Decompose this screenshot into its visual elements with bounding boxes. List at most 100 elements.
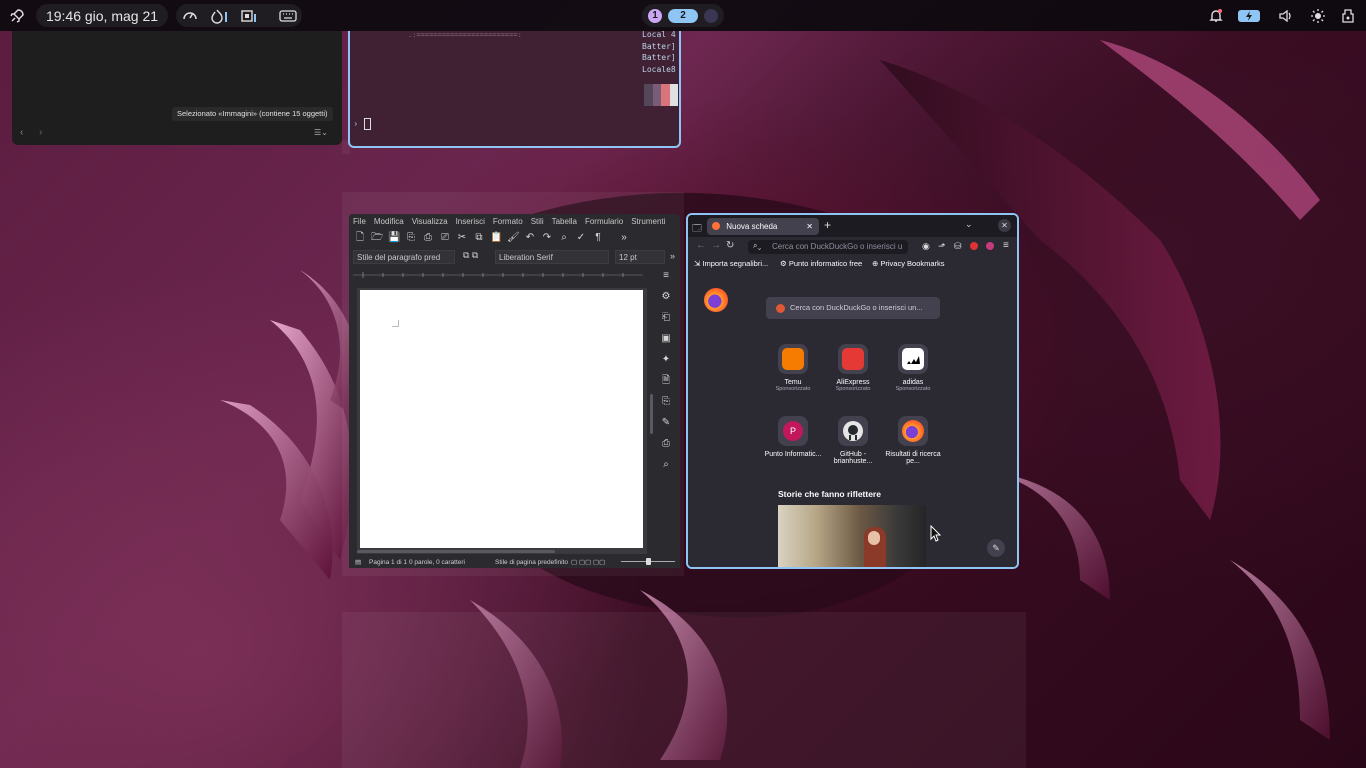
cpu-icon[interactable] <box>236 4 260 27</box>
extensions-icon[interactable]: ⬏ <box>938 241 946 252</box>
clone-format-icon[interactable]: 🖌 <box>507 232 520 244</box>
accessibility-check-icon[interactable]: ⎙ <box>660 438 672 450</box>
bookmark-item[interactable]: ⇲ Importa segnalibri... <box>694 259 768 268</box>
terminal-window[interactable]: .:========================: Local 4 Batt… <box>348 31 681 148</box>
save-icon[interactable]: 💾 <box>388 232 400 244</box>
workspace-1[interactable]: 1 <box>648 8 662 23</box>
story-thumbnail[interactable] <box>778 505 926 567</box>
print-icon[interactable]: ⎙ <box>422 232 434 244</box>
shortcut-tile[interactable]: AliExpress Sponsorizzato <box>823 344 883 392</box>
view-layout-icons[interactable]: ▢ ▢▢ ▢▢ <box>571 558 605 566</box>
forward-arrow-icon[interactable]: › <box>39 127 42 138</box>
copy-icon[interactable]: ⧉ <box>473 232 485 244</box>
horizontal-scrollbar[interactable] <box>357 550 555 553</box>
workspace-switcher: 1 2 <box>642 4 724 27</box>
menu-inserisci[interactable]: Inserisci <box>452 217 489 226</box>
menu-formulario[interactable]: Formulario <box>581 217 627 226</box>
keyboard-icon[interactable] <box>276 4 300 27</box>
spellcheck-icon[interactable]: ✓ <box>575 232 587 244</box>
view-list-icon[interactable]: ☰⌄ <box>314 128 328 137</box>
forward-icon[interactable]: → <box>711 240 721 251</box>
menu-strumenti[interactable]: Strumenti <box>627 217 669 226</box>
design-icon[interactable]: ✎ <box>660 417 672 429</box>
print-preview-icon[interactable]: ⎚ <box>439 232 451 244</box>
terminal-prompt[interactable]: › <box>353 118 371 130</box>
text-boundary-corner <box>392 320 399 327</box>
shortcut-tile[interactable]: adidas Sponsorizzato <box>883 344 943 392</box>
hamburger-menu-icon[interactable]: ≡ <box>1003 240 1009 251</box>
search-engine-icon[interactable]: ⌕⌄ <box>753 241 761 251</box>
bell-icon[interactable] <box>1204 4 1228 27</box>
vertical-scrollbar[interactable] <box>650 394 653 434</box>
bookmark-item[interactable]: ⊕ Privacy Bookmarks <box>872 259 945 268</box>
temperature-icon[interactable] <box>208 4 232 27</box>
back-arrow-icon[interactable]: ‹ <box>20 127 23 138</box>
open-folder-icon[interactable]: 🗁 <box>371 232 383 244</box>
page-icon[interactable]: ⎗ <box>660 312 672 324</box>
properties-icon[interactable]: ⚙ <box>660 291 672 303</box>
undo-icon[interactable]: ↶ <box>524 232 536 244</box>
clock[interactable]: 19:46 gio, mag 21 <box>36 4 168 27</box>
find-replace-icon[interactable]: ⌕ <box>660 459 672 471</box>
word-count[interactable]: 0 parole, 0 caratteri <box>409 559 465 566</box>
sidebar-menu-icon[interactable]: ≡ <box>660 270 672 282</box>
battery-charging-icon[interactable] <box>1236 4 1264 27</box>
shortcut-tile[interactable]: Temu Sponsorizzato <box>763 344 823 392</box>
workspace-3[interactable] <box>704 8 718 23</box>
gauge-icon[interactable] <box>178 4 202 27</box>
volume-icon[interactable] <box>1274 4 1298 27</box>
export-pdf-icon[interactable]: ⎘ <box>405 232 417 244</box>
menu-stili[interactable]: Stili <box>527 217 548 226</box>
paste-icon[interactable]: 📋 <box>490 232 502 244</box>
ublock-icon[interactable] <box>970 242 978 250</box>
power-menu-icon[interactable] <box>1336 4 1360 27</box>
formatting-marks-icon[interactable]: ¶ <box>592 232 604 244</box>
more-format-icon[interactable]: » <box>670 251 675 261</box>
shortcut-tile[interactable]: P Punto Informatic... <box>763 416 823 458</box>
shortcut-tile[interactable]: GitHub - brianhuste... <box>823 416 883 465</box>
back-icon[interactable]: ← <box>696 240 706 251</box>
firefox-view-icon[interactable]: 🗔 <box>692 221 702 237</box>
menu-tabella[interactable]: Tabella <box>548 217 581 226</box>
file-manager-window[interactable]: Selezionato «Immagini» (contiene 15 ogge… <box>12 31 342 145</box>
styles-icon[interactable]: 🗎 <box>660 375 672 387</box>
shortcut-tile[interactable]: Risultati di ricerca pe... <box>883 416 943 465</box>
zoom-slider-thumb[interactable] <box>646 558 651 565</box>
more-tools-icon[interactable]: » <box>618 232 630 244</box>
paragraph-style-combo[interactable]: Stile del paragrafo pred <box>353 250 455 264</box>
list-tabs-chevron-icon[interactable]: ⌄ <box>965 219 973 230</box>
page-indicator[interactable]: Pagina 1 di 1 <box>369 559 407 566</box>
close-tab-icon[interactable]: ✕ <box>806 218 813 235</box>
brightness-icon[interactable] <box>1306 4 1330 27</box>
new-document-icon[interactable]: 🗋 <box>354 232 366 244</box>
account-icon[interactable]: ◉ <box>922 241 930 252</box>
addon-icon[interactable] <box>986 242 994 250</box>
menu-file[interactable]: File <box>349 217 370 226</box>
tab-new-tab[interactable]: Nuova scheda ✕ <box>707 218 819 235</box>
bookmark-item[interactable]: ⚙ Punto informatico free <box>780 259 862 268</box>
downloads-icon[interactable]: ⛁ <box>954 241 962 252</box>
menu-modifica[interactable]: Modifica <box>370 217 408 226</box>
gallery-icon[interactable]: ▣ <box>660 333 672 345</box>
close-window-icon[interactable]: ✕ <box>998 219 1011 232</box>
font-name-combo[interactable]: Liberation Serif <box>495 250 609 264</box>
reload-icon[interactable]: ↻ <box>726 240 734 251</box>
firefox-window[interactable]: 🗔 Nuova scheda ✕ + ⌄ ✕ ← → ↻ Cerca con D… <box>686 213 1019 569</box>
rocket-icon[interactable] <box>5 4 29 27</box>
search-box[interactable]: Cerca con DuckDuckGo o inserisci un... <box>766 297 940 319</box>
navigator-icon[interactable]: ✦ <box>660 354 672 366</box>
redo-icon[interactable]: ↷ <box>541 232 553 244</box>
font-size-combo[interactable]: 12 pt <box>615 250 665 264</box>
find-icon[interactable]: ⌕ <box>558 232 570 244</box>
workspace-2[interactable]: 2 <box>668 8 698 23</box>
manage-changes-icon[interactable]: ⎘ <box>660 396 672 408</box>
cut-icon[interactable]: ✂ <box>456 232 468 244</box>
document-page[interactable] <box>360 290 643 548</box>
page-style[interactable]: Stile di pagina predefinito <box>495 559 568 566</box>
new-tab-plus-icon[interactable]: + <box>824 218 831 232</box>
menu-formato[interactable]: Formato <box>489 217 527 226</box>
edit-pencil-icon[interactable]: ✎ <box>987 539 1005 557</box>
menu-visualizza[interactable]: Visualizza <box>408 217 452 226</box>
url-bar[interactable]: Cerca con DuckDuckGo o inserisci u <box>748 240 908 254</box>
update-style-icon[interactable]: ⧉ ⧉ <box>463 250 478 261</box>
